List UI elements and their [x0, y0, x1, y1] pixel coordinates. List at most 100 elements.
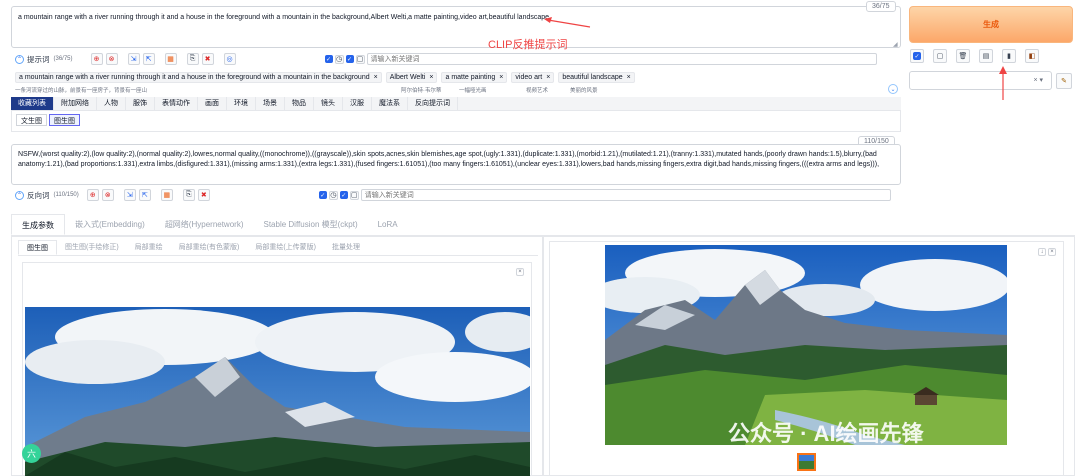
tag-5[interactable]: beautiful landscape ×: [558, 71, 635, 83]
gallery-thumbnail[interactable]: [797, 453, 816, 471]
clock-icon[interactable]: ◷: [334, 54, 344, 64]
tab-lora[interactable]: LoRA: [368, 214, 408, 235]
tab-inpaint[interactable]: 局部重绘: [127, 240, 171, 255]
tag-list: a mountain range with a river running th…: [15, 71, 895, 95]
square-icon[interactable]: ▢: [349, 190, 359, 200]
tag-3[interactable]: a matte painting ×: [441, 71, 508, 83]
export-icon[interactable]: ⇱: [138, 189, 151, 201]
tab-negative[interactable]: 反向提示词: [408, 97, 458, 110]
tab-extra-networks[interactable]: 附加网络: [54, 97, 97, 110]
expand-icon[interactable]: ⌄: [888, 84, 898, 94]
tab-camera[interactable]: 镜头: [314, 97, 343, 110]
generate-button[interactable]: 生成: [909, 6, 1073, 43]
tab-inpaint-upload[interactable]: 局部重绘(上传蒙版): [247, 240, 324, 255]
tag-row: a mountain range with a river running th…: [15, 71, 895, 83]
keyword-checkbox-2[interactable]: ✓: [345, 55, 354, 63]
tag-text: Albert Welti: [389, 73, 426, 81]
file-icon[interactable]: ▤: [979, 49, 993, 63]
tab-embedding[interactable]: 嵌入式(Embedding): [65, 214, 155, 235]
tab-sketch[interactable]: 图生图(手绘修正): [57, 240, 127, 255]
pencil-icon[interactable]: ✎: [1056, 73, 1072, 89]
keyword-checkbox[interactable]: ✓: [318, 191, 327, 199]
close-icon[interactable]: ×: [499, 74, 503, 81]
prompt-count: (36/75): [53, 56, 73, 62]
prompt-textarea[interactable]: a mountain range with a river running th…: [11, 6, 901, 48]
tab-expression[interactable]: 表情动作: [155, 97, 198, 110]
keyword-input[interactable]: [366, 53, 877, 65]
thumbnail-image: [799, 455, 814, 469]
style-icon[interactable]: ◧: [1025, 49, 1039, 63]
tab-environment[interactable]: 环境: [227, 97, 256, 110]
translate-icon[interactable]: ⊕: [86, 189, 99, 201]
tab-favorites[interactable]: 收藏列表: [11, 97, 54, 110]
tab-inpaint-sketch[interactable]: 局部重绘(有色蒙版): [171, 240, 248, 255]
history-icon[interactable]: ▦: [160, 189, 173, 201]
tab-hypernetwork[interactable]: 超网络(Hypernetwork): [155, 214, 254, 235]
output-image[interactable]: [605, 245, 1007, 445]
close-icon[interactable]: ×: [627, 74, 631, 81]
tab-img2img[interactable]: 图生图: [18, 240, 57, 255]
floating-badge[interactable]: 六: [22, 444, 41, 463]
close-icon[interactable]: ×: [546, 74, 550, 81]
copy-icon[interactable]: ⎘: [186, 53, 199, 65]
clipboard-icon[interactable]: ▢: [933, 49, 947, 63]
delete-icon[interactable]: ✖: [201, 53, 214, 65]
tab-magic[interactable]: 魔法系: [372, 97, 408, 110]
clock-icon[interactable]: ◷: [328, 190, 338, 200]
tag-4[interactable]: video art ×: [511, 71, 555, 83]
collapse-icon[interactable]: ⌃: [15, 190, 24, 200]
tag-1[interactable]: a mountain range with a river running th…: [15, 71, 382, 83]
select-clear-chevron-icon[interactable]: × ▾: [1033, 76, 1043, 84]
square-icon[interactable]: ▢: [355, 54, 365, 64]
gallery-controls: ↓ ×: [1038, 248, 1056, 256]
export-icon[interactable]: ⇱: [142, 53, 155, 65]
tab-batch[interactable]: 批量处理: [324, 240, 368, 255]
translate-all-icon[interactable]: ⊗: [101, 189, 114, 201]
checkbox-toggle[interactable]: ✓: [910, 49, 924, 63]
import-icon[interactable]: ⇲: [123, 189, 136, 201]
prompt-toolbar: ⌃ 提示词 (36/75) ⊕ ⊗ ⇲ ⇱ ▦ ⎘ ✖ ◎ ✓ ◷ ✓ ▢: [15, 53, 895, 65]
tag-sub: 一条河流穿过的山脉，前景有一座房子，背景有一座山: [15, 88, 148, 94]
trash-icon[interactable]: 🗑: [956, 49, 970, 63]
sub-tabs: 文生图 图生图: [11, 110, 901, 132]
style-select[interactable]: × ▾: [909, 71, 1052, 90]
close-icon[interactable]: ×: [516, 268, 524, 276]
resize-handle-icon[interactable]: ◢: [893, 41, 898, 48]
tab-generation-params[interactable]: 生成参数: [11, 214, 65, 235]
close-icon[interactable]: ×: [1048, 248, 1056, 256]
history-icon[interactable]: ▦: [164, 53, 177, 65]
negative-keyword-controls: ✓ ◷ ✓ ▢: [318, 189, 891, 201]
negative-keyword-input[interactable]: [360, 189, 891, 201]
tag-2[interactable]: Albert Welti ×: [385, 71, 438, 83]
category-tabs: 收藏列表 附加网络 人物 服饰 表情动作 画面 环境 场景 物品 镜头 汉服 魔…: [11, 97, 901, 110]
collapse-icon[interactable]: ⌃: [15, 54, 24, 64]
translate-icon[interactable]: ⊕: [90, 53, 103, 65]
annotation-up-arrow-icon: [999, 66, 1007, 100]
brush-icon[interactable]: ▮: [1002, 49, 1016, 63]
copy-icon[interactable]: ⎘: [182, 189, 195, 201]
download-icon[interactable]: ↓: [1038, 248, 1046, 256]
img2img-tabs: 图生图 图生图(手绘修正) 局部重绘 局部重绘(有色蒙版) 局部重绘(上传蒙版)…: [18, 240, 538, 256]
tab-person[interactable]: 人物: [97, 97, 126, 110]
negative-textarea[interactable]: NSFW,(worst quality:2),(low quality:2),(…: [11, 144, 901, 185]
import-icon[interactable]: ⇲: [127, 53, 140, 65]
globe-icon[interactable]: ◎: [223, 53, 236, 65]
close-icon[interactable]: ×: [429, 74, 433, 81]
subtab-txt2img[interactable]: 文生图: [16, 114, 47, 126]
subtab-img2img[interactable]: 图生图: [49, 114, 80, 126]
tab-objects[interactable]: 物品: [285, 97, 314, 110]
translate-all-icon[interactable]: ⊗: [105, 53, 118, 65]
tab-location[interactable]: 场景: [256, 97, 285, 110]
tab-hanfu[interactable]: 汉服: [343, 97, 372, 110]
tag-sub: 美丽的风景: [570, 88, 598, 94]
delete-icon[interactable]: ✖: [197, 189, 210, 201]
keyword-checkbox[interactable]: ✓: [324, 55, 333, 63]
keyword-checkbox-2[interactable]: ✓: [339, 191, 348, 199]
tab-ckpt[interactable]: Stable Diffusion 模型(ckpt): [254, 214, 368, 235]
keyword-controls: ✓ ◷ ✓ ▢: [324, 53, 877, 65]
tab-clothing[interactable]: 服饰: [126, 97, 155, 110]
close-icon[interactable]: ×: [374, 74, 378, 81]
negative-actions: ⊕ ⊗ ⇲ ⇱ ▦ ⎘ ✖: [86, 189, 213, 201]
tag-sub: 阿尔伯特·韦尔蒂: [401, 88, 442, 94]
tab-scene[interactable]: 画面: [198, 97, 227, 110]
